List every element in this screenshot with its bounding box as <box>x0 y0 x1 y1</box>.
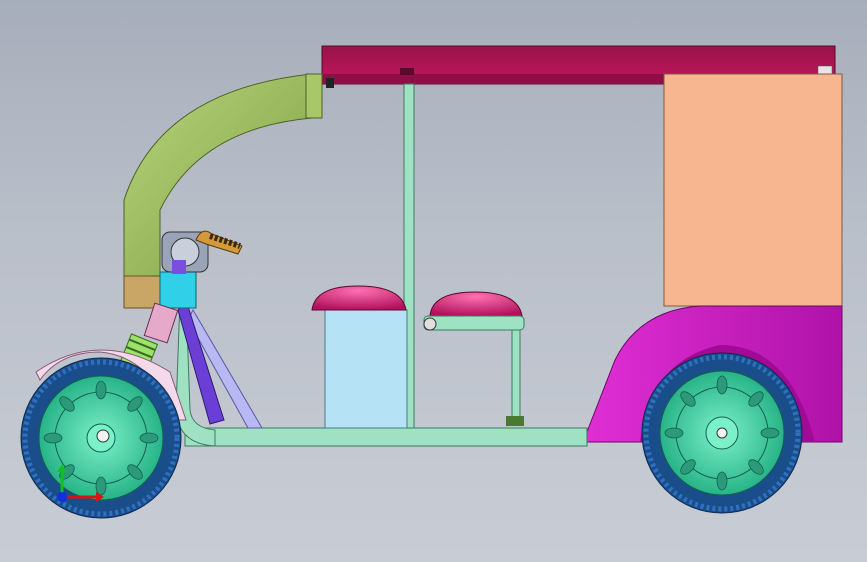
battery-box[interactable] <box>324 309 408 429</box>
passenger-seat[interactable] <box>423 291 525 426</box>
cad-viewport[interactable] <box>0 0 867 562</box>
rear-panel[interactable] <box>663 73 843 307</box>
front-arch[interactable] <box>123 73 323 309</box>
z-axis-arrow <box>57 492 67 502</box>
tricycle-model[interactable] <box>0 0 867 562</box>
driver-seat[interactable] <box>311 285 407 311</box>
front-wheel[interactable] <box>20 357 182 519</box>
steering-head[interactable] <box>159 230 243 309</box>
rear-wheel[interactable] <box>641 352 803 514</box>
